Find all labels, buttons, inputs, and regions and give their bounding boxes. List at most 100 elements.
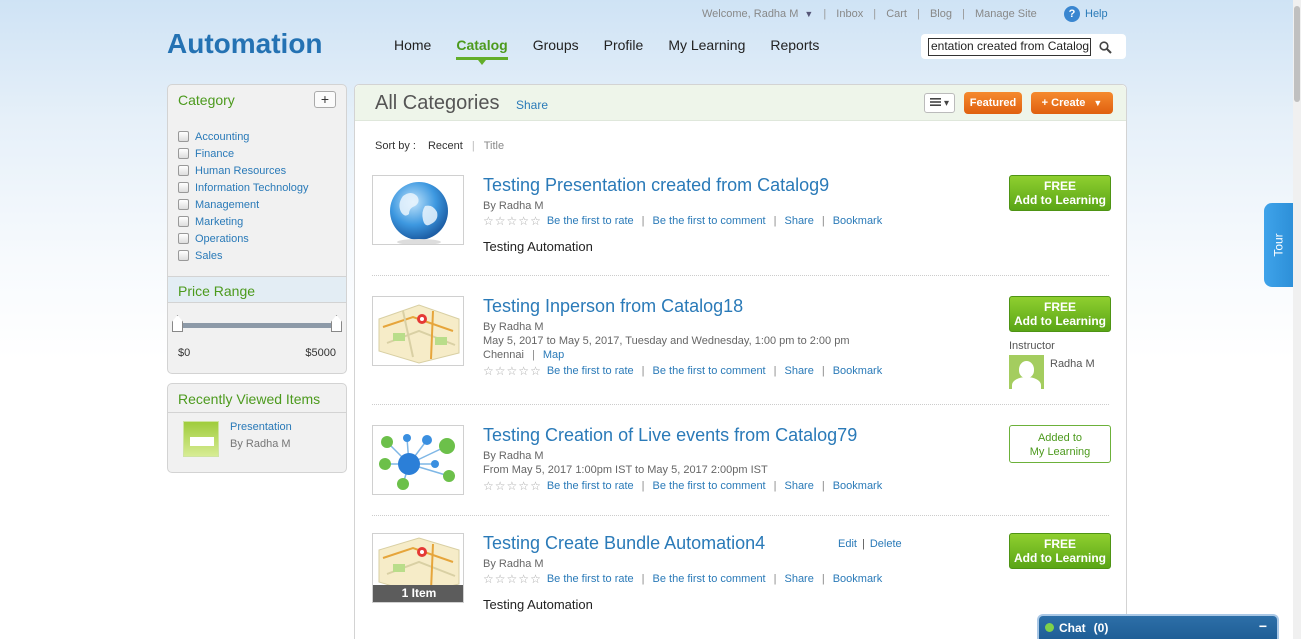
category-checkbox[interactable] — [178, 216, 189, 227]
recent-item-thumbnail[interactable] — [183, 421, 219, 457]
star-icon[interactable]: ☆ — [518, 573, 529, 585]
instructor-avatar[interactable] — [1009, 355, 1044, 389]
category-checkbox[interactable] — [178, 165, 189, 176]
category-item[interactable]: Sales — [178, 247, 336, 264]
nav-catalog[interactable]: Catalog — [456, 37, 508, 65]
search-input[interactable]: entation created from Catalog — [928, 38, 1091, 56]
map-link[interactable]: Map — [543, 349, 564, 361]
site-logo[interactable]: Automation — [167, 28, 323, 60]
star-icon[interactable]: ☆ — [483, 573, 494, 585]
star-icon[interactable]: ☆ — [518, 215, 529, 227]
star-icon[interactable]: ☆ — [495, 215, 506, 227]
added-to-my-learning-button[interactable]: Added to My Learning — [1009, 425, 1111, 463]
star-icon[interactable]: ☆ — [530, 365, 541, 377]
search-icon[interactable] — [1096, 38, 1114, 56]
sort-title[interactable]: Title — [484, 140, 504, 152]
price-min-handle[interactable] — [172, 315, 183, 332]
comment-link[interactable]: Be the first to comment — [653, 215, 766, 227]
item-thumbnail-live-event[interactable] — [372, 425, 464, 495]
add-to-learning-button[interactable]: FREE Add to Learning — [1009, 533, 1111, 569]
nav-groups[interactable]: Groups — [533, 37, 579, 60]
comment-link[interactable]: Be the first to comment — [653, 480, 766, 492]
star-rating[interactable]: ☆ ☆ ☆ ☆ ☆ — [483, 215, 541, 227]
comment-link[interactable]: Be the first to comment — [653, 573, 766, 585]
star-icon[interactable]: ☆ — [518, 365, 529, 377]
price-max-handle[interactable] — [331, 315, 342, 332]
category-item[interactable]: Operations — [178, 230, 336, 247]
category-item[interactable]: Finance — [178, 145, 336, 162]
category-checkbox[interactable] — [178, 233, 189, 244]
rate-link[interactable]: Be the first to rate — [547, 480, 634, 492]
star-icon[interactable]: ☆ — [507, 480, 518, 492]
category-checkbox[interactable] — [178, 182, 189, 193]
user-menu-chevron-down-icon[interactable]: ▼ — [804, 9, 813, 19]
category-item[interactable]: Information Technology — [178, 179, 336, 196]
comment-link[interactable]: Be the first to comment — [653, 365, 766, 377]
star-rating[interactable]: ☆ ☆ ☆ ☆ ☆ — [483, 365, 541, 377]
share-item-link[interactable]: Share — [784, 215, 813, 227]
star-rating[interactable]: ☆ ☆ ☆ ☆ ☆ — [483, 573, 541, 585]
share-item-link[interactable]: Share — [784, 480, 813, 492]
star-icon[interactable]: ☆ — [483, 215, 494, 227]
star-icon[interactable]: ☆ — [530, 573, 541, 585]
category-checkbox[interactable] — [178, 131, 189, 142]
view-toggle-button[interactable]: ▾ — [924, 93, 955, 113]
category-item[interactable]: Management — [178, 196, 336, 213]
item-thumbnail-map[interactable] — [372, 296, 464, 366]
item-thumbnail-bundle[interactable]: 1 Item — [372, 533, 464, 603]
nav-home[interactable]: Home — [394, 37, 431, 60]
share-item-link[interactable]: Share — [784, 365, 813, 377]
item-title[interactable]: Testing Creation of Live events from Cat… — [483, 425, 857, 446]
nav-my-learning[interactable]: My Learning — [668, 37, 745, 60]
add-to-learning-button[interactable]: FREE Add to Learning — [1009, 296, 1111, 332]
star-icon[interactable]: ☆ — [495, 480, 506, 492]
star-icon[interactable]: ☆ — [483, 480, 494, 492]
blog-link[interactable]: Blog — [930, 8, 952, 20]
recent-item[interactable]: Presentation By Radha M — [183, 421, 292, 457]
instructor-name[interactable]: Radha M — [1050, 358, 1095, 370]
star-icon[interactable]: ☆ — [530, 215, 541, 227]
inbox-link[interactable]: Inbox — [836, 8, 863, 20]
star-icon[interactable]: ☆ — [518, 480, 529, 492]
star-icon[interactable]: ☆ — [507, 573, 518, 585]
star-icon[interactable]: ☆ — [507, 365, 518, 377]
item-title[interactable]: Testing Presentation created from Catalo… — [483, 175, 829, 196]
minimize-icon[interactable]: − — [1259, 618, 1267, 634]
item-title[interactable]: Testing Inperson from Catalog18 — [483, 296, 743, 317]
rate-link[interactable]: Be the first to rate — [547, 215, 634, 227]
create-button[interactable]: + Create ▼ — [1031, 92, 1113, 114]
edit-link[interactable]: Edit — [838, 538, 857, 550]
tour-tab[interactable]: Tour — [1264, 203, 1294, 287]
scrollbar-thumb[interactable] — [1294, 6, 1300, 102]
nav-reports[interactable]: Reports — [770, 37, 819, 60]
category-checkbox[interactable] — [178, 148, 189, 159]
delete-link[interactable]: Delete — [870, 538, 902, 550]
cart-link[interactable]: Cart — [886, 8, 907, 20]
chat-bar[interactable]: Chat (0) − — [1037, 614, 1279, 639]
recent-item-title[interactable]: Presentation — [230, 421, 292, 433]
star-rating[interactable]: ☆ ☆ ☆ ☆ ☆ — [483, 480, 541, 492]
price-range-slider[interactable] — [172, 315, 342, 332]
star-icon[interactable]: ☆ — [507, 215, 518, 227]
item-thumbnail-globe[interactable] — [372, 175, 464, 245]
share-link[interactable]: Share — [516, 98, 548, 112]
rate-link[interactable]: Be the first to rate — [547, 365, 634, 377]
rate-link[interactable]: Be the first to rate — [547, 573, 634, 585]
manage-site-link[interactable]: Manage Site — [975, 8, 1037, 20]
sort-recent[interactable]: Recent — [428, 140, 463, 152]
nav-profile[interactable]: Profile — [604, 37, 644, 60]
category-item[interactable]: Accounting — [178, 128, 336, 145]
bookmark-link[interactable]: Bookmark — [833, 365, 883, 377]
bookmark-link[interactable]: Bookmark — [833, 215, 883, 227]
help-link[interactable]: ? Help — [1064, 6, 1108, 22]
star-icon[interactable]: ☆ — [530, 480, 541, 492]
share-item-link[interactable]: Share — [784, 573, 813, 585]
category-item[interactable]: Marketing — [178, 213, 336, 230]
star-icon[interactable]: ☆ — [495, 365, 506, 377]
add-category-button[interactable]: + — [314, 91, 336, 108]
star-icon[interactable]: ☆ — [495, 573, 506, 585]
featured-button[interactable]: Featured — [964, 92, 1022, 114]
bookmark-link[interactable]: Bookmark — [833, 573, 883, 585]
category-checkbox[interactable] — [178, 250, 189, 261]
category-checkbox[interactable] — [178, 199, 189, 210]
